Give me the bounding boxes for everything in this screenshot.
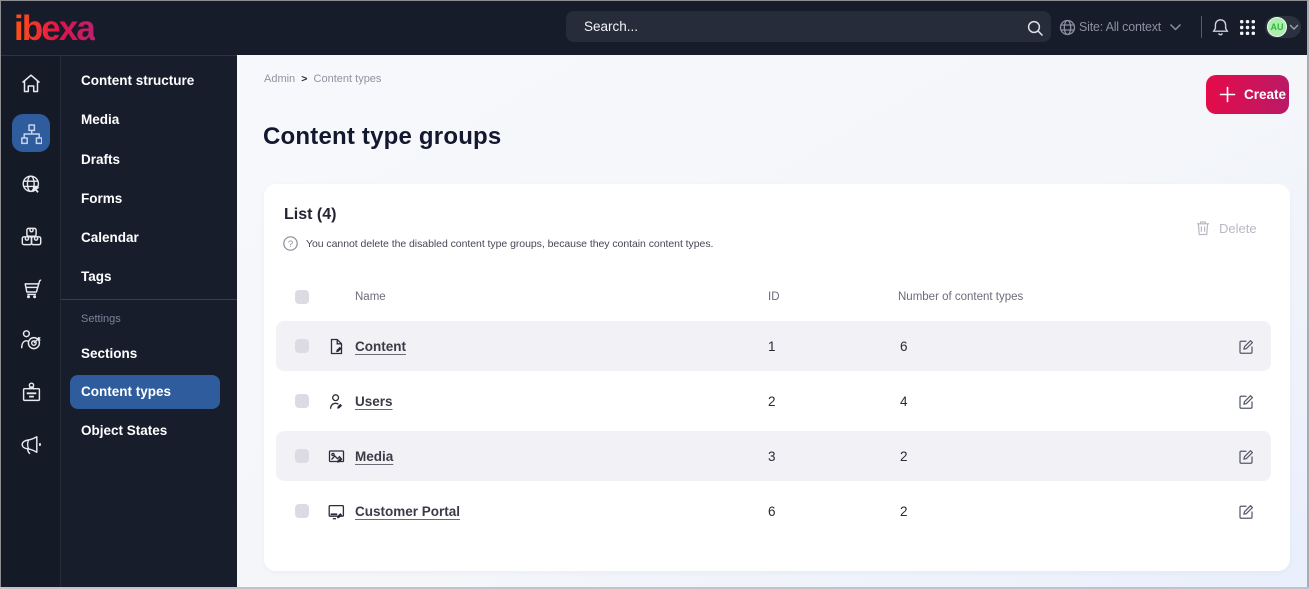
svg-text:ibexa: ibexa — [14, 9, 95, 44]
svg-text:?: ? — [288, 239, 293, 250]
